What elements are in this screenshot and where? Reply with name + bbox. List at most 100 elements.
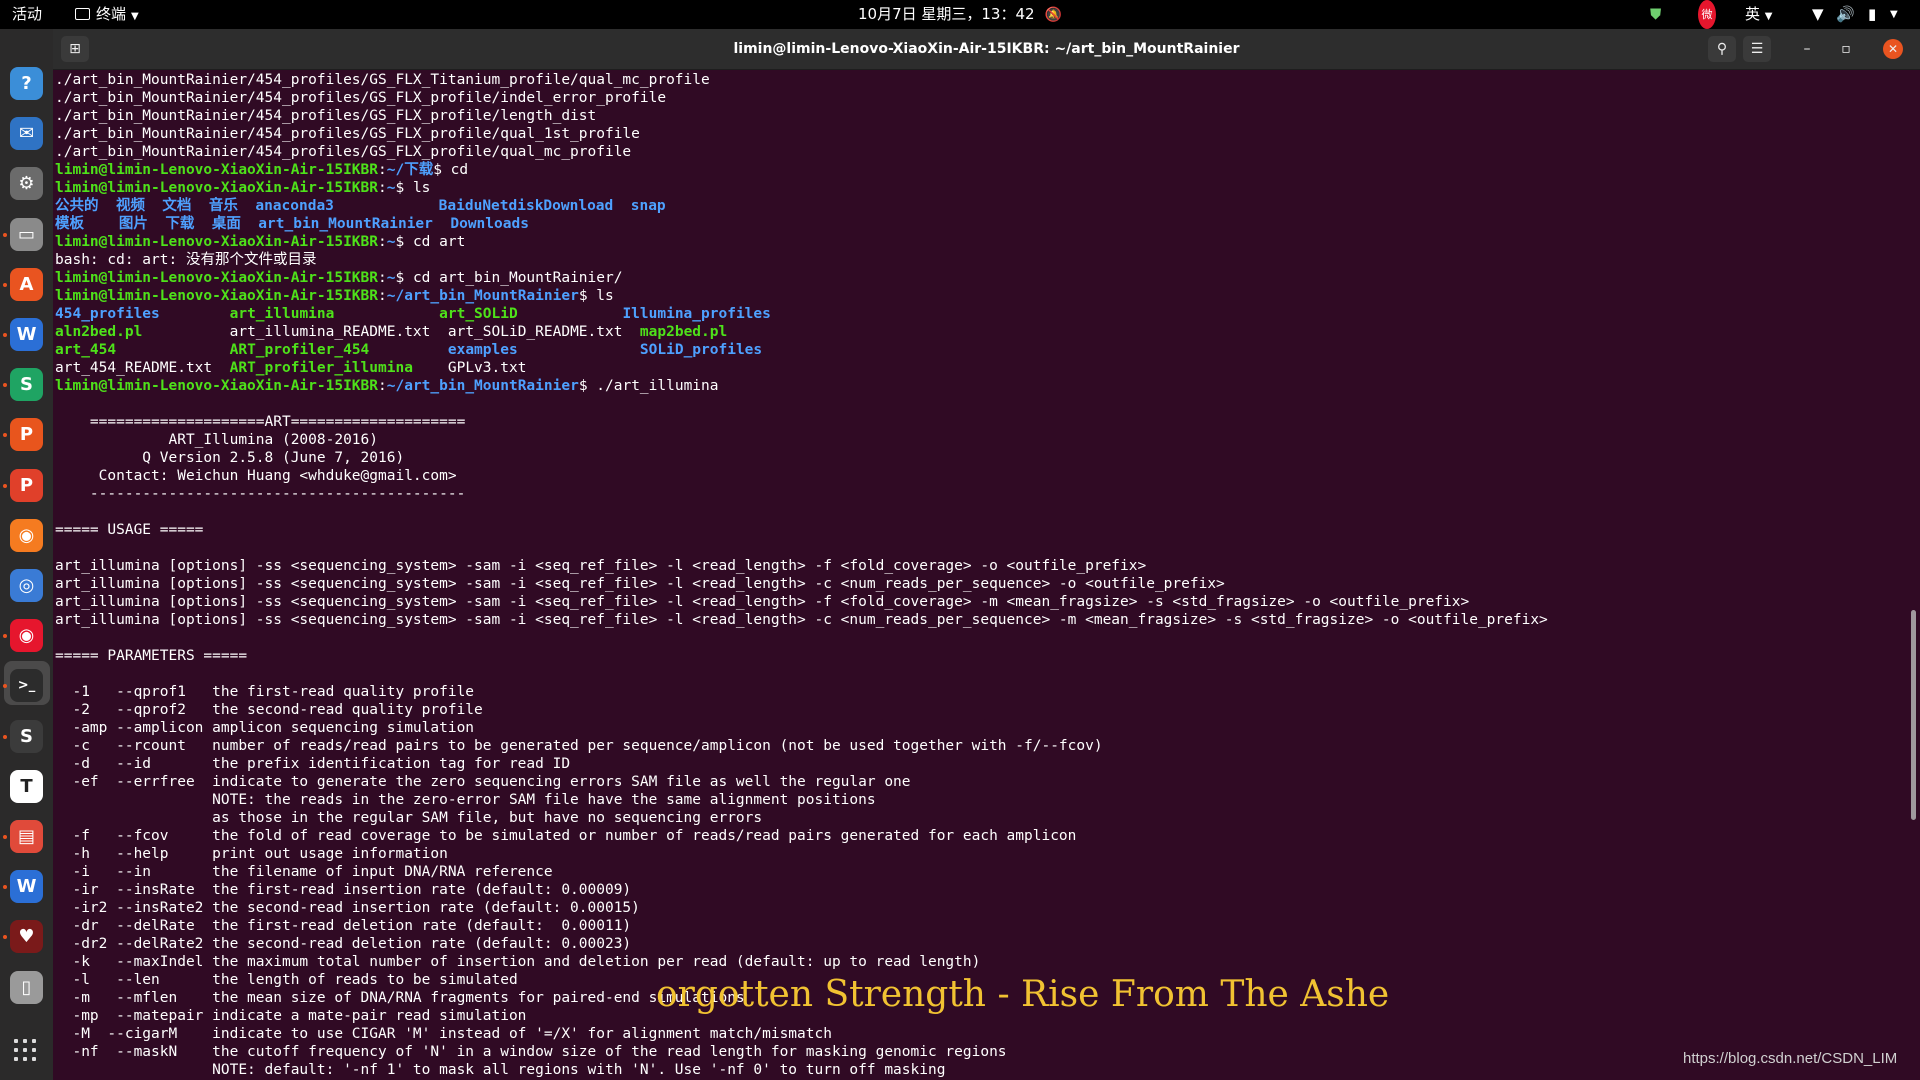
terminal-text: ~/art_bin_MountRainier [386,378,579,394]
scrollbar[interactable] [1911,610,1916,820]
terminal-text: -dr --delRate the first-read deletion ra… [55,918,632,934]
close-button[interactable]: ✕ [1883,39,1903,59]
watermark: https://blog.csdn.net/CSDN_LIM [1683,1050,1898,1067]
app-menu-button[interactable]: 终端 ▼ [75,0,139,29]
clock-label[interactable]: 10月7日 星期三，13：42 [858,5,1035,23]
maximize-button[interactable]: ▫ [1832,36,1860,62]
dock-app-settings-icon[interactable]: ⚙ [10,167,43,201]
terminal-line: limin@limin-Lenovo-XiaoXin-Air-15IKBR:~$… [55,269,1548,287]
hamburger-icon: ☰ [1750,41,1764,57]
dock-app-terminal-icon[interactable]: >_ [10,669,43,703]
terminal-line: art_illumina [options] -ss <sequencing_s… [55,611,1548,629]
dock-app-wps-spreadsheets-icon[interactable]: S [10,368,43,402]
terminal-text: limin@limin-Lenovo-XiaoXin-Air-15IKBR [55,162,379,178]
terminal-text: -ef --errfree indicate to generate the z… [55,774,911,790]
terminal-line: 公共的 视频 文档 音乐 anaconda3 BaiduNetdiskDownl… [55,197,1548,215]
terminal-line: -i --in the filename of input DNA/RNA re… [55,863,1548,881]
terminal-text: NOTE: the reads in the zero-error SAM fi… [55,792,876,808]
search-icon: ⚲ [1716,41,1728,57]
dock-app-wine-icon[interactable]: ♥ [10,920,43,954]
terminal-text: 454_profiles [55,306,230,322]
terminal-line: -nf --maskN the cutoff frequency of 'N' … [55,1043,1548,1061]
input-method-indicator[interactable]: 英 ▼ [1745,0,1773,29]
menu-button[interactable]: ☰ [1743,36,1771,62]
running-indicator [3,885,7,890]
dock-app-wps-writer-icon[interactable]: W [10,318,43,351]
terminal-text: ~/art_bin_MountRainier [386,288,579,304]
window-title: limin@limin-Lenovo-XiaoXin-Air-15IKBR: ~… [733,41,1240,57]
terminal-line: limin@limin-Lenovo-XiaoXin-Air-15IKBR:~$… [55,233,1548,251]
dock-app-firefox-icon[interactable]: ◉ [10,518,43,552]
show-applications-icon[interactable] [14,1039,40,1065]
dock: ? ✉ ⚙ ▭ A W S P P ◉ ◎ ◉ >_ S T ▤ W ♥ ▯ [0,29,53,1080]
chevron-down-icon[interactable]: ▼ [1890,0,1898,29]
terminal-text: art_illumina [options] -ss <sequencing_s… [55,576,1225,592]
terminal-text: art_illumina_README.txt [229,324,448,340]
volume-icon[interactable]: 🔊 [1836,0,1855,29]
terminal-text: -ir --insRate the first-read insertion r… [55,882,632,898]
terminal-line: ====================ART=================… [55,413,1548,431]
dock-app-wps-office-icon[interactable]: W [10,870,43,904]
shield-icon[interactable]: ⛊ [1650,0,1661,29]
dock-app-screenshot-tool-icon[interactable]: ▤ [10,820,43,853]
terminal-text: -nf --maskN the cutoff frequency of 'N' … [55,1044,1007,1060]
terminal-text: $ ls [578,288,614,304]
terminal-line: -k --maxIndel the maximum total number o… [55,953,1548,971]
terminal-icon [75,8,90,20]
terminal-text: -c --rcount number of reads/read pairs t… [55,738,1103,754]
terminal-text: -M --cigarM indicate to use CIGAR 'M' in… [55,1026,832,1042]
terminal-line: limin@limin-Lenovo-XiaoXin-Air-15IKBR:~/… [55,377,1548,395]
terminal-text: NOTE: default: '-nf 1' to mask all regio… [55,1062,946,1078]
terminal-text: as those in the regular SAM file, but ha… [55,810,763,826]
terminal-text: limin@limin-Lenovo-XiaoXin-Air-15IKBR [55,180,379,196]
terminal-line: 模板 图片 下载 桌面 art_bin_MountRainier Downloa… [55,215,1548,233]
terminal-line: ./art_bin_MountRainier/454_profiles/GS_F… [55,107,1548,125]
dock-app-files-icon[interactable]: ▭ [10,217,43,251]
dock-app-weibo-icon[interactable]: ◉ [10,619,43,653]
terminal-line: -ef --errfree indicate to generate the z… [55,773,1548,791]
terminal-text: art_illumina [options] -ss <sequencing_s… [55,594,1470,610]
close-icon: ✕ [1887,42,1899,56]
terminal-line: -M --cigarM indicate to use CIGAR 'M' in… [55,1025,1548,1043]
terminal-line: -f --fcov the fold of read coverage to b… [55,827,1548,845]
window-headerbar: ⊞ limin@limin-Lenovo-XiaoXin-Air-15IKBR:… [53,29,1920,70]
terminal-text: art_illumina [options] -ss <sequencing_s… [55,558,1147,574]
minimize-button[interactable]: – [1793,36,1821,62]
search-button[interactable]: ⚲ [1708,36,1736,62]
terminal-text: art_454 [55,342,230,358]
dock-app-thunderbird-icon[interactable]: ✉ [10,117,43,151]
dock-app-help-icon[interactable]: ? [10,67,43,100]
terminal-text: $ ./art_illumina [578,378,719,394]
terminal-text: art_454_README.txt [55,360,230,376]
dock-app-typora-icon[interactable]: T [10,769,43,803]
terminal-line: 454_profiles art_illumina art_SOLiD Illu… [55,305,1548,323]
terminal-line: -2 --qprof2 the second-read quality prof… [55,701,1548,719]
dock-app-ssd-drive-icon[interactable]: ▯ [10,970,43,1004]
terminal-line: ./art_bin_MountRainier/454_profiles/GS_F… [55,89,1548,107]
dock-app-wps-presentation-icon[interactable]: P [10,418,43,452]
dock-app-chrome-icon[interactable]: ◎ [10,569,43,602]
activities-button[interactable]: 活动 [12,0,42,29]
terminal-text: -dr2 --delRate2 the second-read deletion… [55,936,632,952]
terminal-text: -m --mflen the mean size of DNA/RNA frag… [55,990,745,1006]
dock-app-wps-pdf-icon[interactable]: P [10,468,43,502]
terminal-text: ART_profiler_454 [229,342,448,358]
terminal-text: limin@limin-Lenovo-XiaoXin-Air-15IKBR [55,234,379,250]
terminal-text: $ cd [433,162,469,178]
terminal-text: ----------------------------------------… [55,486,466,502]
terminal-line: ./art_bin_MountRainier/454_profiles/GS_F… [55,71,1548,89]
terminal-text: : [378,180,387,196]
wifi-icon[interactable]: ▼ [1812,0,1824,29]
terminal-text: -2 --qprof2 the second-read quality prof… [55,702,483,718]
weibo-icon[interactable]: 微 [1698,0,1716,29]
dock-app-software-icon[interactable]: A [10,267,43,301]
running-indicator [3,734,7,739]
battery-icon[interactable]: ▮ [1868,0,1876,29]
terminal-text: -l --len the length of reads to be simul… [55,972,518,988]
terminal-output[interactable]: ./art_bin_MountRainier/454_profiles/GS_F… [53,70,1920,1080]
terminal-text: -k --maxIndel the maximum total number o… [55,954,981,970]
terminal-text: -f --fcov the fold of read coverage to b… [55,828,1077,844]
terminal-text: art_SOLiD_README.txt [447,324,640,340]
dock-app-sublime-text-icon[interactable]: S [10,719,43,753]
